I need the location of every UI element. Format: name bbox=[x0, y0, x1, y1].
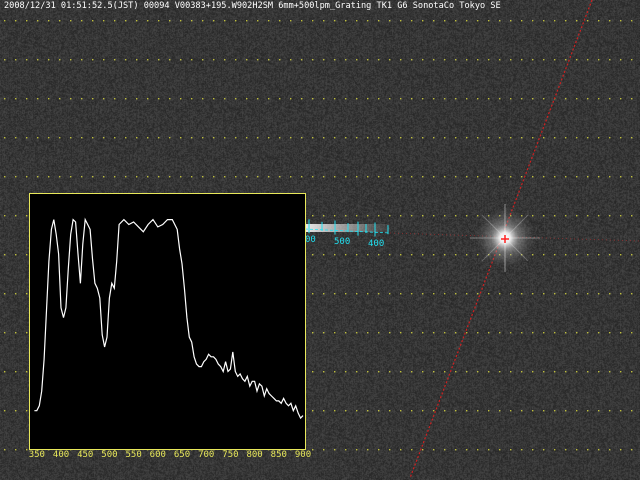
spectrum-plot bbox=[34, 217, 304, 420]
x-tick-label: 500 bbox=[101, 450, 118, 460]
x-tick-label: 800 bbox=[246, 450, 263, 460]
x-tick-label: 850 bbox=[270, 450, 287, 460]
x-tick-label: 400 bbox=[52, 450, 70, 460]
wavelength-axis: 350 400 450 500 550 600 650 700 750 800 850 900 bbox=[0, 450, 640, 464]
x-tick-label: 550 bbox=[125, 450, 142, 460]
x-tick-label: 600 bbox=[149, 450, 166, 460]
meteor-capture-frame: 2008/12/31 01:51:52.5(JST) 00094 V00383+… bbox=[0, 0, 640, 480]
spectrum-series-line bbox=[34, 217, 304, 420]
spectrum-chart bbox=[29, 193, 306, 450]
x-tick-label: 900 bbox=[294, 450, 312, 460]
x-tick-label: 650 bbox=[173, 450, 191, 460]
x-tick-label: 450 bbox=[77, 450, 94, 460]
x-tick-label: 350 bbox=[28, 450, 45, 460]
x-tick-label: 750 bbox=[222, 450, 239, 460]
x-tick-label: 700 bbox=[198, 450, 215, 460]
